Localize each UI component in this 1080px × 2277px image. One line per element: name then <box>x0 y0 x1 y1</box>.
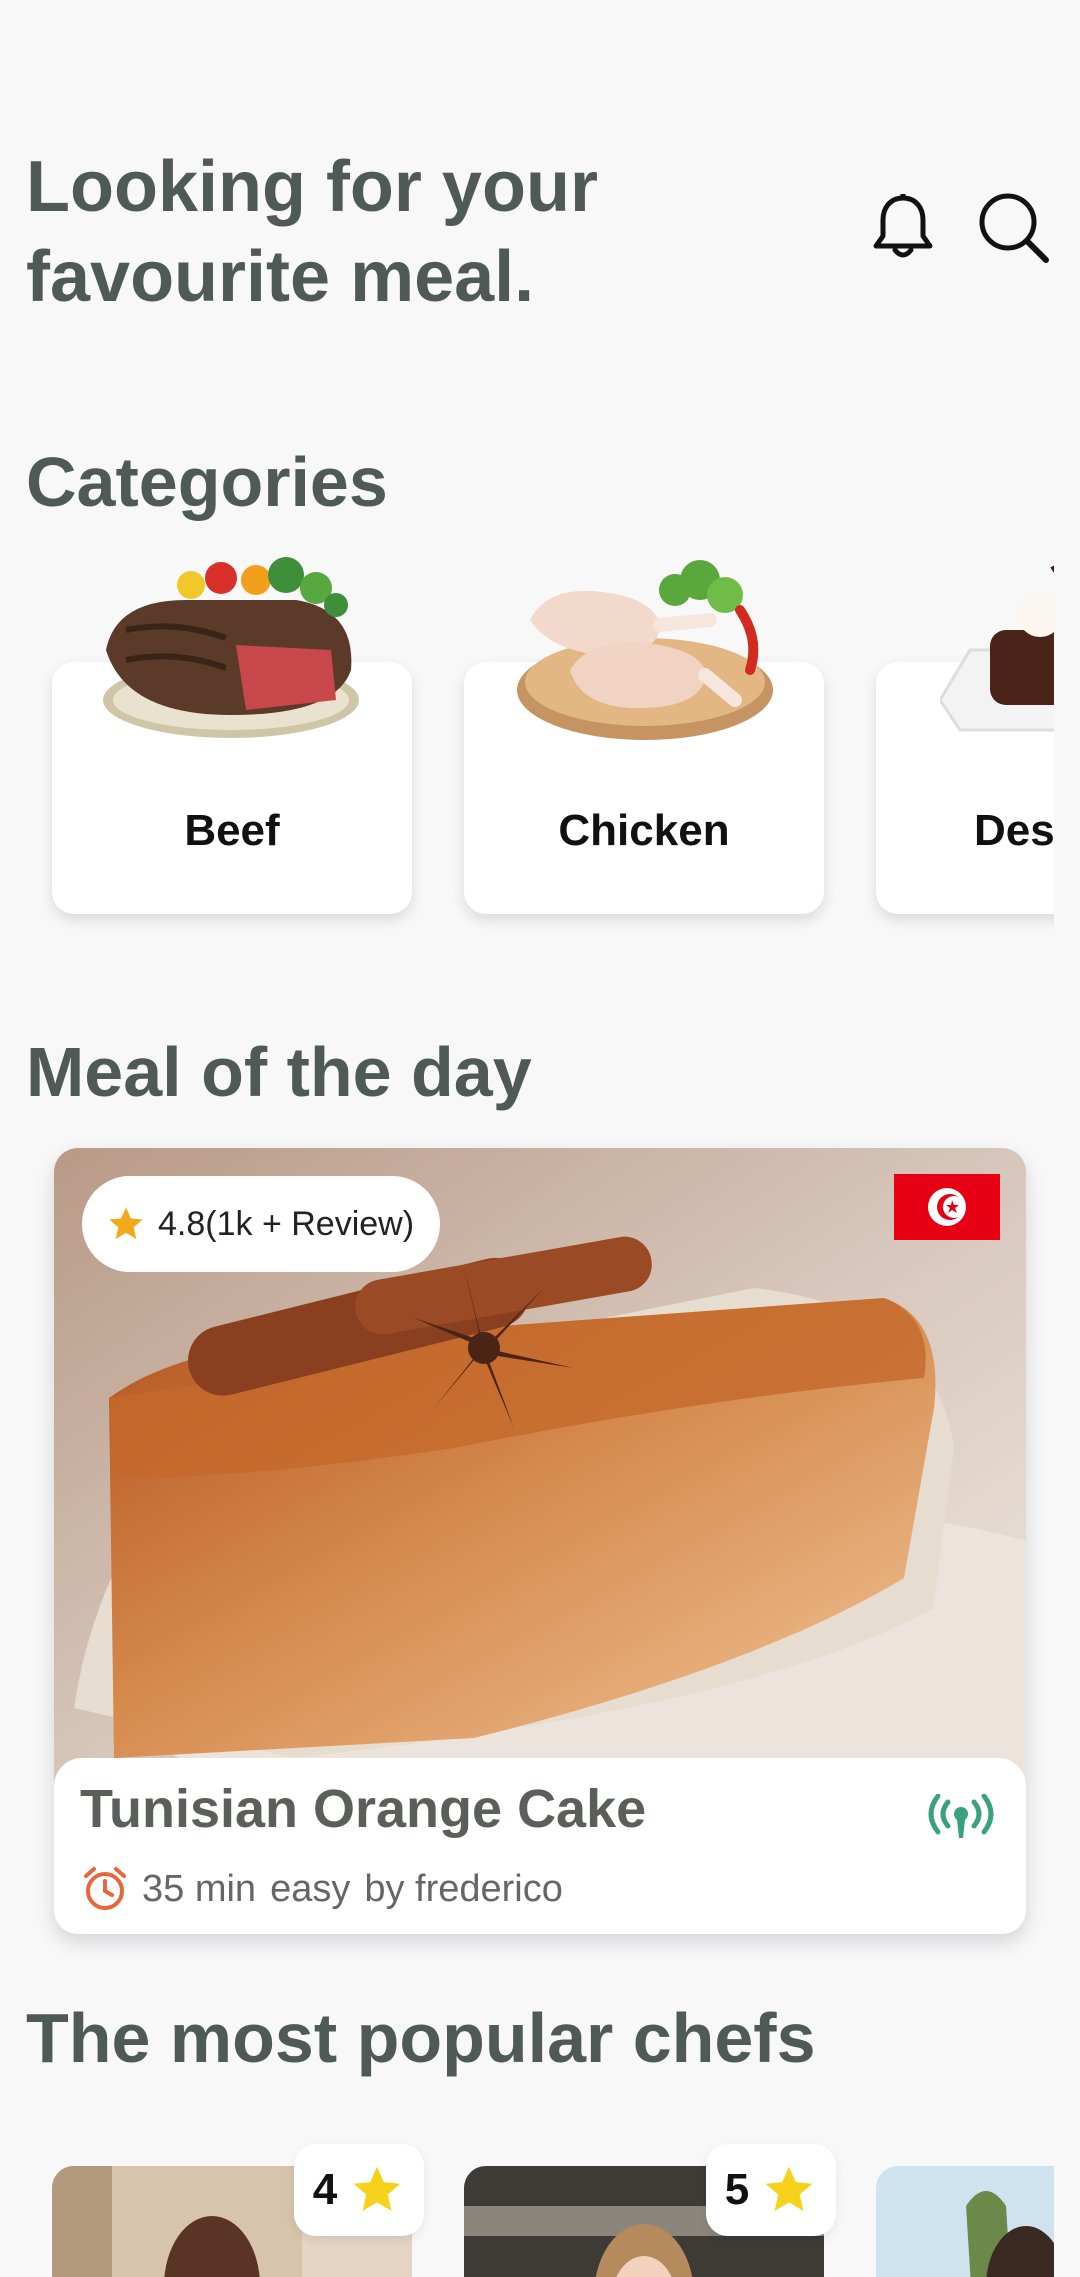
category-label: Chicken <box>558 806 730 855</box>
chef-photo <box>876 2166 1054 2277</box>
chef-rating: 4 <box>312 2165 338 2214</box>
search-button[interactable] <box>976 190 1050 264</box>
meal-info-panel: Tunisian Orange Cake 35 min easy by fred… <box>54 1758 1026 1934</box>
header-actions <box>866 190 1050 264</box>
notifications-button[interactable] <box>866 190 940 264</box>
categories-list[interactable]: Beef Chicken Des <box>0 550 1054 930</box>
chef-card-3[interactable] <box>876 2166 1054 2277</box>
star-icon <box>765 2166 813 2211</box>
tunisia-flag-icon <box>894 1174 1000 1240</box>
search-icon <box>979 193 1049 263</box>
meal-difficulty: easy <box>270 1867 351 1910</box>
chef-rating-badge-2: 5 <box>706 2144 836 2236</box>
page-title: Looking for your favourite meal. <box>26 142 746 322</box>
dessert-image <box>940 565 1054 732</box>
meal-meta: 35 min easy by frederico <box>82 1866 563 1912</box>
category-label: Dessert <box>974 806 1054 855</box>
meal-name: Tunisian Orange Cake <box>80 1779 647 1839</box>
bell-icon <box>873 194 933 258</box>
beef-image <box>103 557 359 738</box>
app-screen: Looking for your favourite meal. Categor… <box>0 0 1080 2277</box>
rating-text: 4.8(1k + Review) <box>158 1204 415 1243</box>
title-line-2: favourite meal. <box>26 237 535 317</box>
chicken-image <box>517 560 773 740</box>
popular-chefs-heading: The most popular chefs <box>26 1999 816 2077</box>
chef-rating: 5 <box>724 2165 750 2214</box>
meal-author: by frederico <box>364 1867 563 1910</box>
title-line-1: Looking for your <box>26 147 598 227</box>
meal-of-day-card[interactable]: 4.8(1k + Review) Tunisian Orange Cake 35… <box>54 1148 1026 1934</box>
rating-badge: 4.8(1k + Review) <box>82 1176 441 1272</box>
chefs-list[interactable]: 4 5 <box>0 2130 1054 2277</box>
alarm-clock-icon <box>84 1867 126 1910</box>
categories-heading: Categories <box>26 443 388 521</box>
meal-time: 35 min <box>142 1867 257 1910</box>
star-icon <box>353 2166 401 2211</box>
live-broadcast-icon[interactable] <box>926 1793 996 1849</box>
star-icon <box>109 1207 143 1239</box>
meal-of-day-heading: Meal of the day <box>26 1033 532 1111</box>
chef-rating-badge-1: 4 <box>294 2144 424 2236</box>
category-label: Beef <box>184 806 280 855</box>
